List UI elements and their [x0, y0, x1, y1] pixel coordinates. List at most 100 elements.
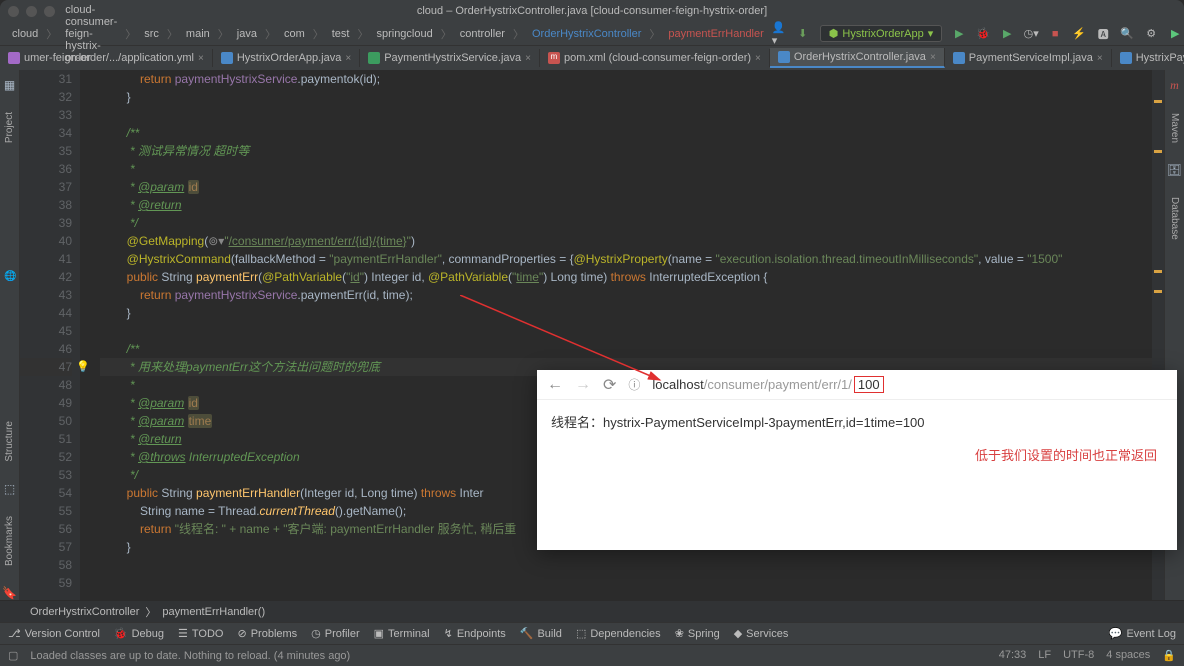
stop-icon[interactable]: ■	[1048, 27, 1062, 41]
tool-label: Spring	[688, 628, 720, 640]
tool-label: Build	[537, 628, 561, 640]
tool-label: Services	[746, 628, 788, 640]
crumb[interactable]: src	[140, 28, 163, 40]
window-title: cloud – OrderHystrixController.java [clo…	[417, 5, 767, 17]
crumb[interactable]: springcloud	[372, 28, 436, 40]
more-icon[interactable]: 🅰	[1096, 27, 1110, 41]
tab-close[interactable]: ×	[930, 52, 936, 63]
bc-method[interactable]: paymentErrHandler()	[162, 606, 265, 618]
tool-label: Profiler	[325, 628, 360, 640]
status-bar: ▢ Loaded classes are up to date. Nothing…	[0, 644, 1184, 666]
structure-tool-icon[interactable]: ⬚	[4, 482, 15, 496]
project-tool-icon[interactable]: ▦	[4, 78, 15, 92]
reload-button[interactable]: ⟳	[603, 375, 616, 395]
tab[interactable]: PaymentServiceImpl.java ×	[945, 49, 1112, 67]
tab[interactable]: mpom.xml (cloud-consumer-feign-order)×	[540, 49, 770, 67]
forward-button[interactable]: →	[575, 376, 591, 394]
indent[interactable]: 4 spaces	[1106, 649, 1150, 662]
nav-breadcrumb: cloud〉 cloud-consumer-feign-hystrix-orde…	[0, 22, 1184, 46]
tab-close[interactable]: ×	[198, 53, 204, 64]
plugin-icon[interactable]: ▶	[1168, 27, 1182, 41]
tool-endpoints[interactable]: ↯ Endpoints	[444, 627, 506, 640]
tool-spring[interactable]: ❀ Spring	[675, 627, 720, 640]
vcs-icon[interactable]: ⬇	[796, 27, 810, 41]
crumb[interactable]: test	[328, 28, 354, 40]
tab-label: OrderHystrixController.java	[794, 51, 926, 63]
max-dot[interactable]	[44, 6, 55, 17]
tab-close[interactable]: ×	[525, 53, 531, 64]
crumb[interactable]: controller	[456, 28, 509, 40]
tab-label: PaymentServiceImpl.java	[969, 52, 1093, 64]
run-config-selector[interactable]: ⬢ HystrixOrderApp ▾	[820, 25, 942, 42]
tool-build[interactable]: 🔨 Build	[520, 627, 562, 640]
tool-label: Event Log	[1126, 628, 1176, 640]
browser-annotation: 低于我们设置的时间也正常返回	[975, 445, 1157, 464]
tab[interactable]: HystrixPaymentApp.java×	[1112, 49, 1184, 67]
database-tool-icon[interactable]: 🗄	[1167, 163, 1182, 177]
close-dot[interactable]	[8, 6, 19, 17]
tab[interactable]: PaymentHystrixService.java ×	[360, 49, 540, 67]
browser-content: 线程名：hystrix-PaymentServiceImpl-3paymentE…	[537, 400, 1177, 443]
gutter[interactable]: 313233343536373839404142🌐4344454647💡4849…	[20, 70, 80, 600]
crumb[interactable]: main	[182, 28, 214, 40]
tool-terminal[interactable]: ▣ Terminal	[374, 627, 430, 640]
tool-profiler[interactable]: ◷ Profiler	[311, 627, 359, 640]
titlebar: cloud – OrderHystrixController.java [clo…	[0, 0, 1184, 22]
encoding[interactable]: UTF-8	[1063, 649, 1094, 662]
event-log[interactable]: 💬 Event Log	[1109, 627, 1176, 640]
url-bar[interactable]: localhost/consumer/payment/err/1/100	[652, 377, 883, 392]
tool-problems[interactable]: ⊘ Problems	[237, 627, 297, 640]
bc-class[interactable]: OrderHystrixController	[30, 606, 139, 618]
window-controls[interactable]	[8, 6, 55, 17]
profiler-icon[interactable]: ◷▾	[1024, 27, 1038, 41]
tab-label: pom.xml (cloud-consumer-feign-order)	[564, 52, 751, 64]
min-dot[interactable]	[26, 6, 37, 17]
coverage-icon[interactable]: ▶	[1000, 27, 1014, 41]
caret-pos[interactable]: 47:33	[999, 649, 1027, 662]
project-tool[interactable]: Project	[4, 112, 15, 143]
maven-tool[interactable]: Maven	[1169, 113, 1180, 143]
tab-label: PaymentHystrixService.java	[384, 52, 521, 64]
editor-tabs: umer-feign-order/.../application.yml× Hy…	[0, 46, 1184, 70]
debug-icon[interactable]: 🐞	[976, 27, 990, 41]
crumb[interactable]: com	[280, 28, 309, 40]
status-icon[interactable]: ▢	[8, 649, 18, 662]
user-icon[interactable]: 👤▾	[772, 27, 786, 41]
vcs-update-icon[interactable]: ⚡	[1072, 27, 1086, 41]
tool-services[interactable]: ◆ Services	[734, 627, 789, 640]
tab[interactable]: umer-feign-order/.../application.yml×	[0, 49, 213, 67]
tool-vcs[interactable]: ⎇ Version Control	[8, 627, 100, 640]
lock-icon[interactable]: 🔒	[1162, 649, 1176, 662]
bookmarks-tool-icon[interactable]: 🔖	[2, 586, 17, 600]
tab-close[interactable]: ×	[1097, 53, 1103, 64]
run-icon[interactable]: ▶	[952, 27, 966, 41]
search-icon[interactable]: 🔍	[1120, 27, 1134, 41]
run-config-label: HystrixOrderApp	[842, 28, 923, 40]
tab[interactable]: HystrixOrderApp.java×	[213, 49, 360, 67]
tab-close[interactable]: ×	[345, 53, 351, 64]
maven-tool-icon[interactable]: m	[1170, 78, 1179, 93]
browser-overlay: ← → ⟳ ⓘ localhost/consumer/payment/err/1…	[537, 370, 1177, 550]
crumb-class[interactable]: OrderHystrixController	[528, 28, 645, 40]
tool-deps[interactable]: ⬚ Dependencies	[576, 627, 661, 640]
tab-close[interactable]: ×	[755, 53, 761, 64]
crumb[interactable]: cloud	[8, 28, 42, 40]
tool-label: Debug	[132, 628, 164, 640]
back-button[interactable]: ←	[547, 376, 563, 394]
bookmarks-tool[interactable]: Bookmarks	[4, 516, 15, 566]
settings-icon[interactable]: ⚙	[1144, 27, 1158, 41]
left-tool-bar: ▦ Project Structure ⬚ Bookmarks 🔖	[0, 70, 20, 600]
database-tool[interactable]: Database	[1169, 197, 1180, 240]
line-sep[interactable]: LF	[1038, 649, 1051, 662]
tool-todo[interactable]: ☰ TODO	[178, 627, 223, 640]
structure-tool[interactable]: Structure	[4, 421, 15, 462]
crumb-method[interactable]: paymentErrHandler	[664, 28, 767, 40]
info-icon[interactable]: ⓘ	[628, 376, 640, 393]
browser-toolbar: ← → ⟳ ⓘ localhost/consumer/payment/err/1…	[537, 370, 1177, 400]
status-msg: Loaded classes are up to date. Nothing t…	[30, 650, 350, 662]
tab-active[interactable]: OrderHystrixController.java ×	[770, 48, 945, 68]
crumb[interactable]: java	[233, 28, 261, 40]
tool-label: Version Control	[25, 628, 100, 640]
editor-breadcrumb: OrderHystrixController 〉 paymentErrHandl…	[0, 600, 1184, 622]
tool-debug[interactable]: 🐞 Debug	[114, 627, 164, 640]
